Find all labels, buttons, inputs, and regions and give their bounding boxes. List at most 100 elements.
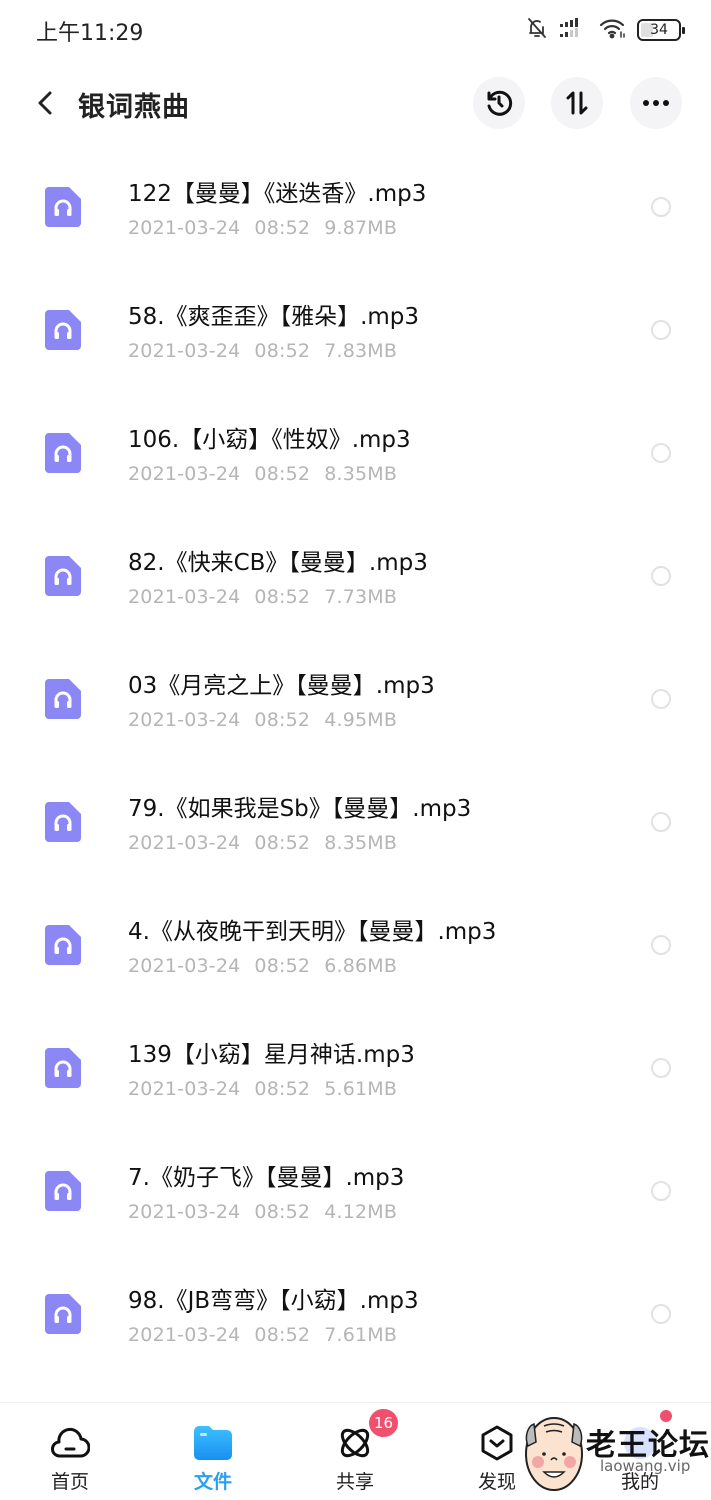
file-list-item[interactable]: 139【小窈】星月神话.mp3 2021-03-24 08:52 5.61MB — [0, 1007, 711, 1130]
nav-item-home[interactable]: 首页 — [20, 1403, 120, 1500]
audio-file-icon — [45, 1294, 81, 1334]
file-size: 9.87MB — [324, 217, 398, 239]
file-size: 7.83MB — [324, 340, 398, 362]
file-name: 7.《奶子飞》【曼曼】.mp3 — [128, 1165, 405, 1191]
file-size: 5.61MB — [324, 1078, 398, 1100]
signal-icon — [559, 17, 589, 43]
battery-level: 34 — [650, 22, 668, 38]
folder-icon — [193, 1423, 233, 1463]
sort-icon — [566, 91, 588, 115]
file-list-item[interactable]: 98.《JB弯弯》【小窈】.mp3 2021-03-24 08:52 7.61MB — [0, 1253, 711, 1376]
file-size: 6.86MB — [324, 955, 398, 977]
file-date: 2021-03-24 — [128, 955, 241, 977]
select-checkbox[interactable] — [651, 566, 671, 586]
audio-file-icon — [45, 679, 81, 719]
audio-file-icon — [45, 802, 81, 842]
file-time: 08:52 — [254, 586, 311, 608]
nav-item-discover[interactable]: 发现 — [447, 1403, 547, 1500]
nav-label-home: 首页 — [50, 1471, 89, 1493]
file-name: 58.《爽歪歪》【雅朵】.mp3 — [128, 304, 420, 330]
back-button[interactable] — [28, 85, 64, 121]
file-time: 08:52 — [254, 955, 311, 977]
discover-icon — [477, 1423, 517, 1463]
cloud-icon — [50, 1423, 90, 1463]
file-list-item[interactable]: 58.《爽歪歪》【雅朵】.mp3 2021-03-24 08:52 7.83MB — [0, 269, 711, 392]
nav-label-files: 文件 — [193, 1471, 232, 1493]
more-button[interactable] — [630, 77, 682, 129]
file-name: 122【曼曼】《迷迭香》.mp3 — [128, 181, 427, 207]
nav-item-share[interactable]: 16 共享 — [305, 1403, 405, 1500]
select-checkbox[interactable] — [651, 1304, 671, 1324]
file-name: 03《月亮之上》【曼曼】.mp3 — [128, 673, 435, 699]
file-name: 82.《快来CB》【曼曼】.mp3 — [128, 550, 428, 576]
file-time: 08:52 — [254, 1324, 311, 1346]
file-meta: 2021-03-24 08:52 5.61MB — [128, 1078, 411, 1100]
file-size: 7.73MB — [324, 586, 398, 608]
select-checkbox[interactable] — [651, 935, 671, 955]
file-time: 08:52 — [254, 1201, 311, 1223]
file-list-item[interactable]: 106.【小窈】《性奴》.mp3 2021-03-24 08:52 8.35MB — [0, 392, 711, 515]
file-name: 79.《如果我是Sb》【曼曼】.mp3 — [128, 796, 472, 822]
file-list: 122【曼曼】《迷迭香》.mp3 2021-03-24 08:52 9.87MB 5… — [0, 146, 711, 1376]
page-title: 银词燕曲 — [78, 92, 190, 123]
file-meta: 2021-03-24 08:52 8.35MB — [128, 463, 411, 485]
file-meta: 2021-03-24 08:52 7.73MB — [128, 586, 411, 608]
select-checkbox[interactable] — [651, 812, 671, 832]
nav-label-mine: 我的 — [620, 1471, 659, 1493]
audio-file-icon — [45, 925, 81, 965]
select-checkbox[interactable] — [651, 197, 671, 217]
history-icon — [487, 90, 513, 116]
file-meta: 2021-03-24 08:52 7.61MB — [128, 1324, 411, 1346]
audio-file-icon — [45, 433, 81, 473]
status-bar: 上午11:29 34 — [0, 0, 711, 60]
file-list-item[interactable]: 7.《奶子飞》【曼曼】.mp3 2021-03-24 08:52 4.12MB — [0, 1130, 711, 1253]
file-date: 2021-03-24 — [128, 709, 241, 731]
nav-item-files[interactable]: 文件 — [163, 1403, 263, 1500]
file-size: 4.12MB — [324, 1201, 398, 1223]
wifi-icon — [599, 17, 627, 43]
chevron-left-icon — [38, 91, 52, 115]
sort-button[interactable] — [551, 77, 603, 129]
select-checkbox[interactable] — [651, 1058, 671, 1078]
file-list-item[interactable]: 82.《快来CB》【曼曼】.mp3 2021-03-24 08:52 7.73MB — [0, 515, 711, 638]
file-time: 08:52 — [254, 709, 311, 731]
nav-item-mine[interactable]: 我的 — [590, 1403, 690, 1500]
audio-file-icon — [45, 556, 81, 596]
file-list-item[interactable]: 03《月亮之上》【曼曼】.mp3 2021-03-24 08:52 4.95MB — [0, 638, 711, 761]
select-checkbox[interactable] — [651, 443, 671, 463]
audio-file-icon — [45, 1048, 81, 1088]
file-size: 8.35MB — [324, 832, 398, 854]
select-checkbox[interactable] — [651, 1181, 671, 1201]
nav-label-discover: 发现 — [477, 1471, 516, 1493]
status-time: 上午11:29 — [36, 21, 144, 46]
file-name: 4.《从夜晚干到天明》【曼曼】.mp3 — [128, 919, 497, 945]
file-size: 8.35MB — [324, 463, 398, 485]
file-meta: 2021-03-24 08:52 8.35MB — [128, 832, 411, 854]
file-time: 08:52 — [254, 832, 311, 854]
file-meta: 2021-03-24 08:52 4.95MB — [128, 709, 411, 731]
header: 银词燕曲 — [0, 75, 711, 133]
history-button[interactable] — [473, 77, 525, 129]
file-list-item[interactable]: 79.《如果我是Sb》【曼曼】.mp3 2021-03-24 08:52 8.35M… — [0, 761, 711, 884]
file-list-item[interactable]: 122【曼曼】《迷迭香》.mp3 2021-03-24 08:52 9.87MB — [0, 146, 711, 269]
file-date: 2021-03-24 — [128, 1324, 241, 1346]
bell-muted-icon — [525, 16, 549, 44]
profile-icon — [620, 1423, 660, 1463]
file-list-item[interactable]: 4.《从夜晚干到天明》【曼曼】.mp3 2021-03-24 08:52 6.86M… — [0, 884, 711, 1007]
file-meta: 2021-03-24 08:52 6.86MB — [128, 955, 411, 977]
select-checkbox[interactable] — [651, 689, 671, 709]
file-meta: 2021-03-24 08:52 9.87MB — [128, 217, 411, 239]
more-icon — [643, 100, 669, 106]
file-time: 08:52 — [254, 463, 311, 485]
file-name: 139【小窈】星月神话.mp3 — [128, 1042, 415, 1068]
bottom-nav: 首页 文件 16 共享 发现 我的 — [0, 1402, 711, 1500]
orbit-icon — [335, 1423, 375, 1463]
select-checkbox[interactable] — [651, 320, 671, 340]
file-meta: 2021-03-24 08:52 7.83MB — [128, 340, 411, 362]
audio-file-icon — [45, 187, 81, 227]
notification-badge: 16 — [369, 1409, 399, 1437]
audio-file-icon — [45, 1171, 81, 1211]
file-size: 7.61MB — [324, 1324, 398, 1346]
file-meta: 2021-03-24 08:52 4.12MB — [128, 1201, 411, 1223]
file-date: 2021-03-24 — [128, 1078, 241, 1100]
